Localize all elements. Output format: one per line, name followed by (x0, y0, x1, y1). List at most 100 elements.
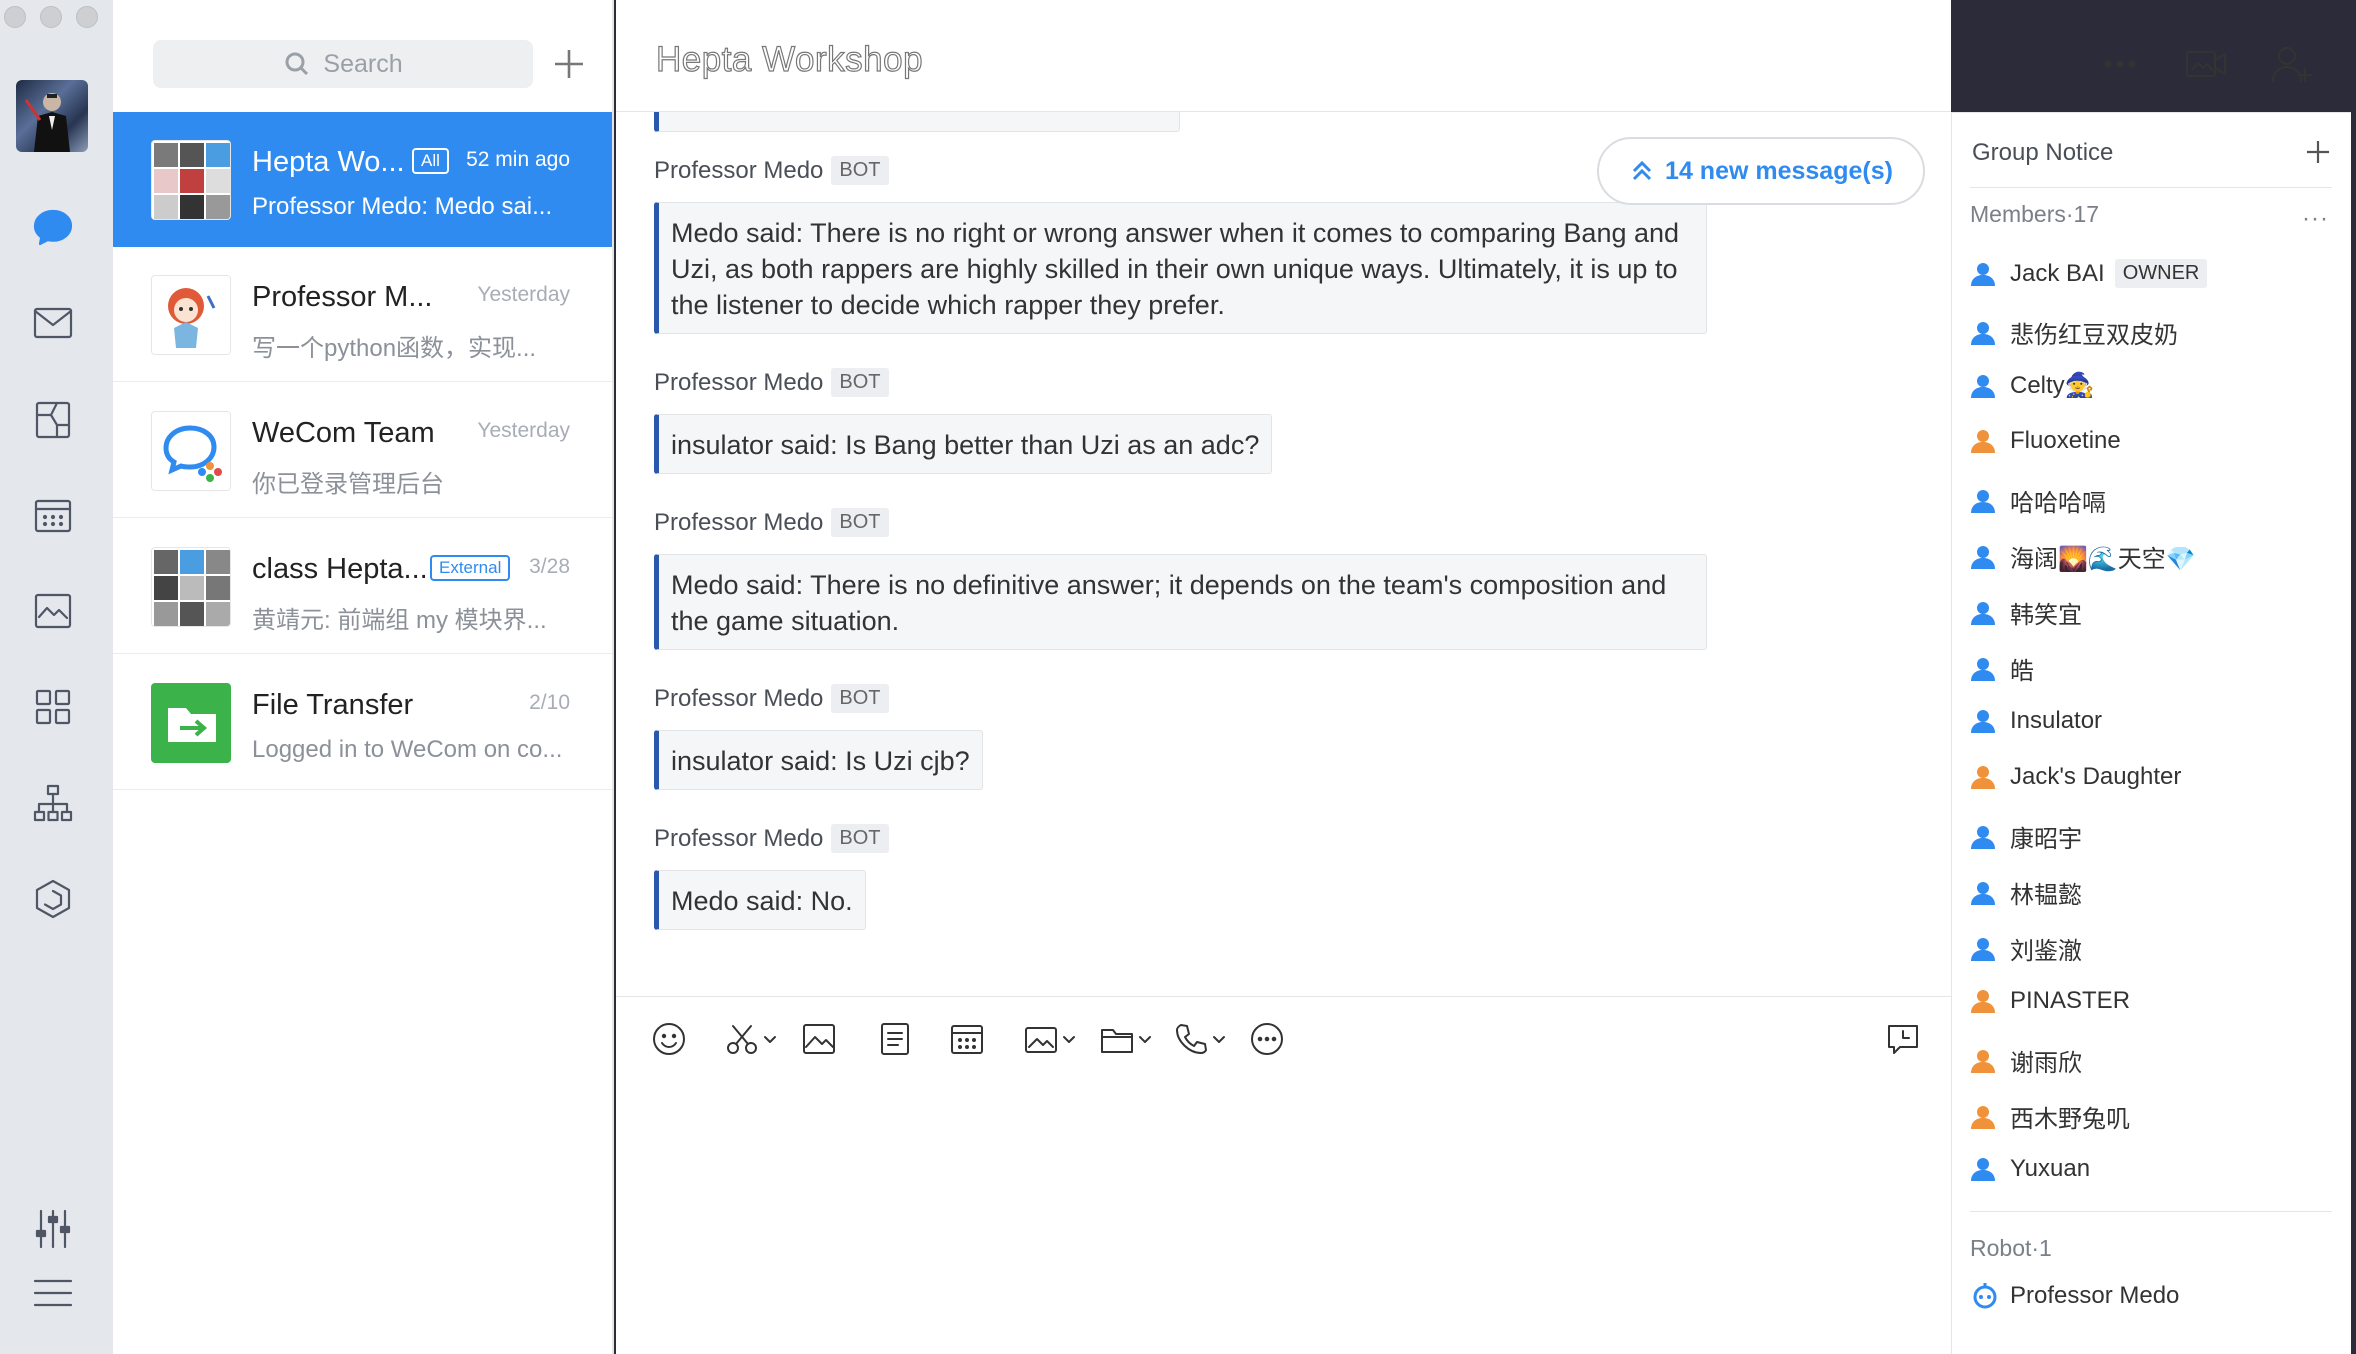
emoji-icon[interactable] (650, 1015, 688, 1063)
video-meeting-icon[interactable] (2178, 36, 2234, 92)
image-icon[interactable] (800, 1015, 838, 1063)
new-messages-button[interactable]: 14 new message(s) (1597, 137, 1925, 205)
member-name: Yuxuan (2010, 1155, 2091, 1182)
member-item[interactable]: 韩笑宜 (1970, 595, 2082, 630)
minimize-window-button[interactable] (40, 6, 62, 28)
sender-name: Professor Medo (654, 824, 824, 852)
member-icon (1971, 1049, 1995, 1073)
close-window-button[interactable] (4, 6, 26, 28)
conversation-wecom-team[interactable]: WeCom Team Yesterday 你已登录管理后台 (113, 383, 612, 518)
conversation-name: File Transfer (252, 689, 414, 721)
member-item[interactable]: 悲伤红豆双皮奶 (1970, 315, 2178, 350)
conversation-list-panel: Search Hepta Wo... All 52 min ago Profes… (113, 0, 614, 1354)
member-item[interactable]: 皓 (1970, 651, 2034, 686)
member-item[interactable]: Yuxuan (1970, 1155, 2090, 1183)
conversation-hepta-workshop[interactable]: Hepta Wo... All 52 min ago Professor Med… (113, 112, 612, 247)
new-messages-label: 14 new message(s) (1665, 156, 1893, 185)
member-name: PINASTER (2010, 987, 2131, 1014)
owner-tag: OWNER (2114, 259, 2208, 288)
photo-icon[interactable] (1022, 1015, 1076, 1063)
history-icon[interactable] (1884, 1015, 1922, 1063)
member-item[interactable]: 刘鉴澈 (1970, 931, 2082, 966)
message-input[interactable] (616, 1076, 1951, 1354)
message-list: Professor Medo BOT Medo said: There is n… (616, 112, 1951, 996)
conversation-class-hepta[interactable]: class Hepta... External 3/28 黄靖元: 前端组 my… (113, 519, 612, 654)
member-icon (1971, 1158, 1995, 1181)
member-item[interactable]: 哈哈哈嗝 (1970, 483, 2106, 518)
conversation-name: class Hepta... (252, 553, 428, 585)
member-item[interactable]: Jack BAI OWNER (1970, 259, 2208, 288)
member-icon (1971, 1105, 1995, 1129)
chat-header: Hepta Workshop (616, 0, 2313, 112)
member-item[interactable]: 康昭宇 (1970, 819, 2082, 854)
double-chevron-up-icon (1632, 160, 1652, 181)
member-item[interactable]: 海阔🌄🌊天空💎 (1970, 539, 2196, 574)
bot-tag: BOT (831, 156, 889, 185)
conversation-time: Yesterday (477, 283, 570, 306)
member-item[interactable]: PINASTER (1970, 987, 2130, 1015)
workbench-icon[interactable] (24, 678, 82, 736)
mail-icon[interactable] (24, 294, 82, 352)
message-sender: Professor Medo BOT (654, 508, 889, 537)
calendar-icon[interactable] (24, 486, 82, 544)
conversation-time: 52 min ago (466, 148, 570, 171)
member-item[interactable]: Celty🧙 (1970, 371, 2095, 400)
more-options-icon[interactable] (2092, 36, 2148, 92)
member-name: 悲伤红豆双皮奶 (2010, 322, 2178, 349)
member-name: 康昭宇 (2010, 826, 2082, 853)
member-item[interactable]: Fluoxetine (1970, 427, 2121, 455)
search-placeholder: Search (323, 49, 403, 78)
message-bubble: Medo said: There is no right or wrong an… (654, 202, 1707, 334)
conversation-professor-medo[interactable]: Professor M... Yesterday 写一个python函数，实现.… (113, 247, 612, 382)
member-icon (1971, 321, 1995, 345)
member-name: 哈哈哈嗝 (2010, 490, 2106, 517)
calendar-icon[interactable] (948, 1015, 986, 1063)
bot-tag: BOT (831, 684, 889, 713)
conversation-preview: 黄靖元: 前端组 my 模块界... (252, 607, 547, 634)
docs-icon[interactable] (24, 390, 82, 448)
member-item[interactable]: Jack's Daughter (1970, 763, 2181, 791)
plus-icon (555, 50, 583, 78)
folder-icon[interactable] (1098, 1015, 1152, 1063)
member-name: 韩笑宜 (2010, 602, 2082, 629)
add-notice-icon[interactable] (2303, 137, 2333, 167)
add-member-icon[interactable] (2264, 36, 2320, 92)
sender-name: Professor Medo (654, 508, 824, 536)
group-info-panel: Group Notice Members·17 ··· Robot·1 Prof… (1951, 112, 2351, 1354)
search-input[interactable]: Search (153, 40, 533, 88)
member-icon (1971, 766, 1995, 789)
add-button[interactable] (545, 40, 593, 88)
members-more-icon[interactable]: ··· (2302, 205, 2329, 233)
conversation-file-transfer[interactable]: File Transfer 2/10 Logged in to WeCom on… (113, 655, 612, 790)
members-title: Members·17 (1970, 201, 2100, 227)
message-bubble: insulator said: Is Uzi cjb? (654, 730, 983, 790)
sender-name: Professor Medo (654, 368, 824, 396)
chat-panel: Hepta Workshop Professor Medo BOT Medo s… (616, 0, 2313, 1354)
call-icon[interactable] (1172, 1015, 1226, 1063)
member-name: Celty🧙 (2010, 372, 2095, 399)
group-avatar (151, 547, 231, 627)
wecom-logo (151, 411, 231, 491)
wecom-window: Search Hepta Wo... All 52 min ago Profes… (0, 0, 2356, 1354)
external-tag: External (430, 555, 511, 581)
more-icon[interactable] (1248, 1015, 1286, 1063)
robot-item[interactable]: Professor Medo (1970, 1281, 2179, 1311)
drive-icon[interactable] (24, 582, 82, 640)
screenshot-icon[interactable] (723, 1015, 777, 1063)
user-avatar[interactable] (16, 80, 88, 152)
contacts-icon[interactable] (24, 774, 82, 832)
conversation-name: Hepta Wo... (252, 146, 405, 178)
document-icon[interactable] (876, 1015, 914, 1063)
settings-icon[interactable] (24, 1200, 82, 1258)
robot-icon (1973, 1283, 1997, 1309)
apps-icon[interactable] (24, 870, 82, 928)
member-item[interactable]: 谢雨欣 (1970, 1043, 2082, 1078)
menu-icon[interactable] (24, 1264, 82, 1322)
member-item[interactable]: 西木野兔叽 (1970, 1099, 2130, 1134)
member-item[interactable]: 林韫懿 (1970, 875, 2082, 910)
sender-name: Professor Medo (654, 684, 824, 712)
member-item[interactable]: Insulator (1970, 707, 2102, 735)
messages-icon[interactable] (24, 198, 82, 256)
maximize-window-button[interactable] (76, 6, 98, 28)
chevron-down-icon (1139, 1036, 1151, 1043)
